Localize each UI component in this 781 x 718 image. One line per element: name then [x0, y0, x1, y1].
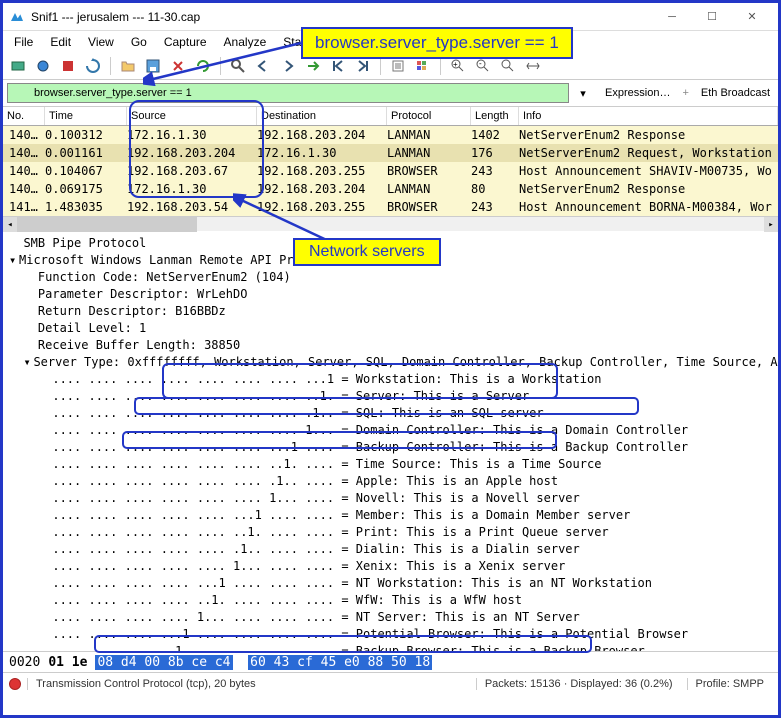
table-row[interactable]: 140…0.001161192.168.203.204172.16.1.30LA…	[3, 144, 778, 162]
table-row[interactable]: 141…1.483035192.168.203.54192.168.203.25…	[3, 198, 778, 216]
filter-eth-broadcast[interactable]: Eth Broadcast	[697, 85, 774, 101]
svg-text:-: -	[479, 59, 482, 68]
col-src[interactable]: Source	[127, 107, 257, 125]
hex-sel1: 08 d4 00 8b ce c4	[95, 655, 232, 670]
table-row[interactable]: 140…0.100312172.16.1.30192.168.203.204LA…	[3, 126, 778, 144]
find-icon[interactable]	[227, 55, 249, 77]
packet-details[interactable]: SMB Pipe Protocol ▾Microsoft Windows Lan…	[3, 231, 778, 651]
menu-file[interactable]: File	[7, 33, 40, 51]
statusbar: Transmission Control Protocol (tcp), 20 …	[3, 673, 778, 695]
expert-info-icon[interactable]	[9, 678, 21, 690]
maximize-button[interactable]: ☐	[692, 4, 732, 30]
col-len[interactable]: Length	[471, 107, 519, 125]
col-proto[interactable]: Protocol	[387, 107, 471, 125]
callout-network-servers: Network servers	[293, 238, 441, 266]
open-icon[interactable]	[117, 55, 139, 77]
menu-capture[interactable]: Capture	[157, 33, 214, 51]
display-filter-input[interactable]	[7, 83, 569, 103]
table-row[interactable]: 140…0.069175172.16.1.30192.168.203.204LA…	[3, 180, 778, 198]
app-icon	[9, 9, 25, 25]
svg-text:+: +	[453, 60, 458, 69]
reload-icon[interactable]	[192, 55, 214, 77]
close-file-icon[interactable]	[167, 55, 189, 77]
status-bytes: Transmission Control Protocol (tcp), 20 …	[27, 678, 470, 690]
menu-analyze[interactable]: Analyze	[217, 33, 274, 51]
packet-list[interactable]: No. Time Source Destination Protocol Len…	[3, 106, 778, 231]
col-info[interactable]: Info	[519, 107, 778, 125]
hex-view[interactable]: 0020 01 1e 08 d4 00 8b ce c4 60 43 cf 45…	[3, 651, 778, 673]
menu-edit[interactable]: Edit	[43, 33, 78, 51]
menu-view[interactable]: View	[81, 33, 121, 51]
window-title: Snif1 --- jerusalem --- 11-30.cap	[31, 10, 652, 24]
save-icon[interactable]	[142, 55, 164, 77]
filter-expression-button[interactable]: Expression…	[601, 85, 674, 101]
menu-go[interactable]: Go	[124, 33, 154, 51]
start-capture-icon[interactable]	[32, 55, 54, 77]
table-row[interactable]: 140…0.104067192.168.203.67192.168.203.25…	[3, 162, 778, 180]
prev-icon[interactable]	[252, 55, 274, 77]
packet-list-header: No. Time Source Destination Protocol Len…	[3, 106, 778, 126]
restart-capture-icon[interactable]	[82, 55, 104, 77]
stop-capture-icon[interactable]	[57, 55, 79, 77]
next-icon[interactable]	[277, 55, 299, 77]
status-packets: Packets: 15136 · Displayed: 36 (0.2%)	[476, 678, 681, 690]
filter-clear-icon[interactable]: ▾	[572, 83, 594, 103]
col-dst[interactable]: Destination	[257, 107, 387, 125]
packet-hscroll[interactable]: ◂▸	[3, 216, 778, 231]
col-time[interactable]: Time	[45, 107, 127, 125]
callout-filter-text: browser.server_type.server == 1	[301, 27, 573, 59]
status-profile[interactable]: Profile: SMPP	[687, 678, 772, 690]
hex-plain: 01 1e	[48, 655, 95, 670]
interfaces-icon[interactable]	[7, 55, 29, 77]
hex-sel2: 60 43 cf 45 e0 88 50 18	[248, 655, 432, 670]
minimize-button[interactable]: ─	[652, 4, 692, 30]
filterbar: ▾ Expression… + Eth Broadcast	[3, 80, 778, 106]
col-no[interactable]: No.	[3, 107, 45, 125]
close-button[interactable]: ✕	[732, 4, 772, 30]
hex-offset: 0020	[9, 655, 48, 670]
